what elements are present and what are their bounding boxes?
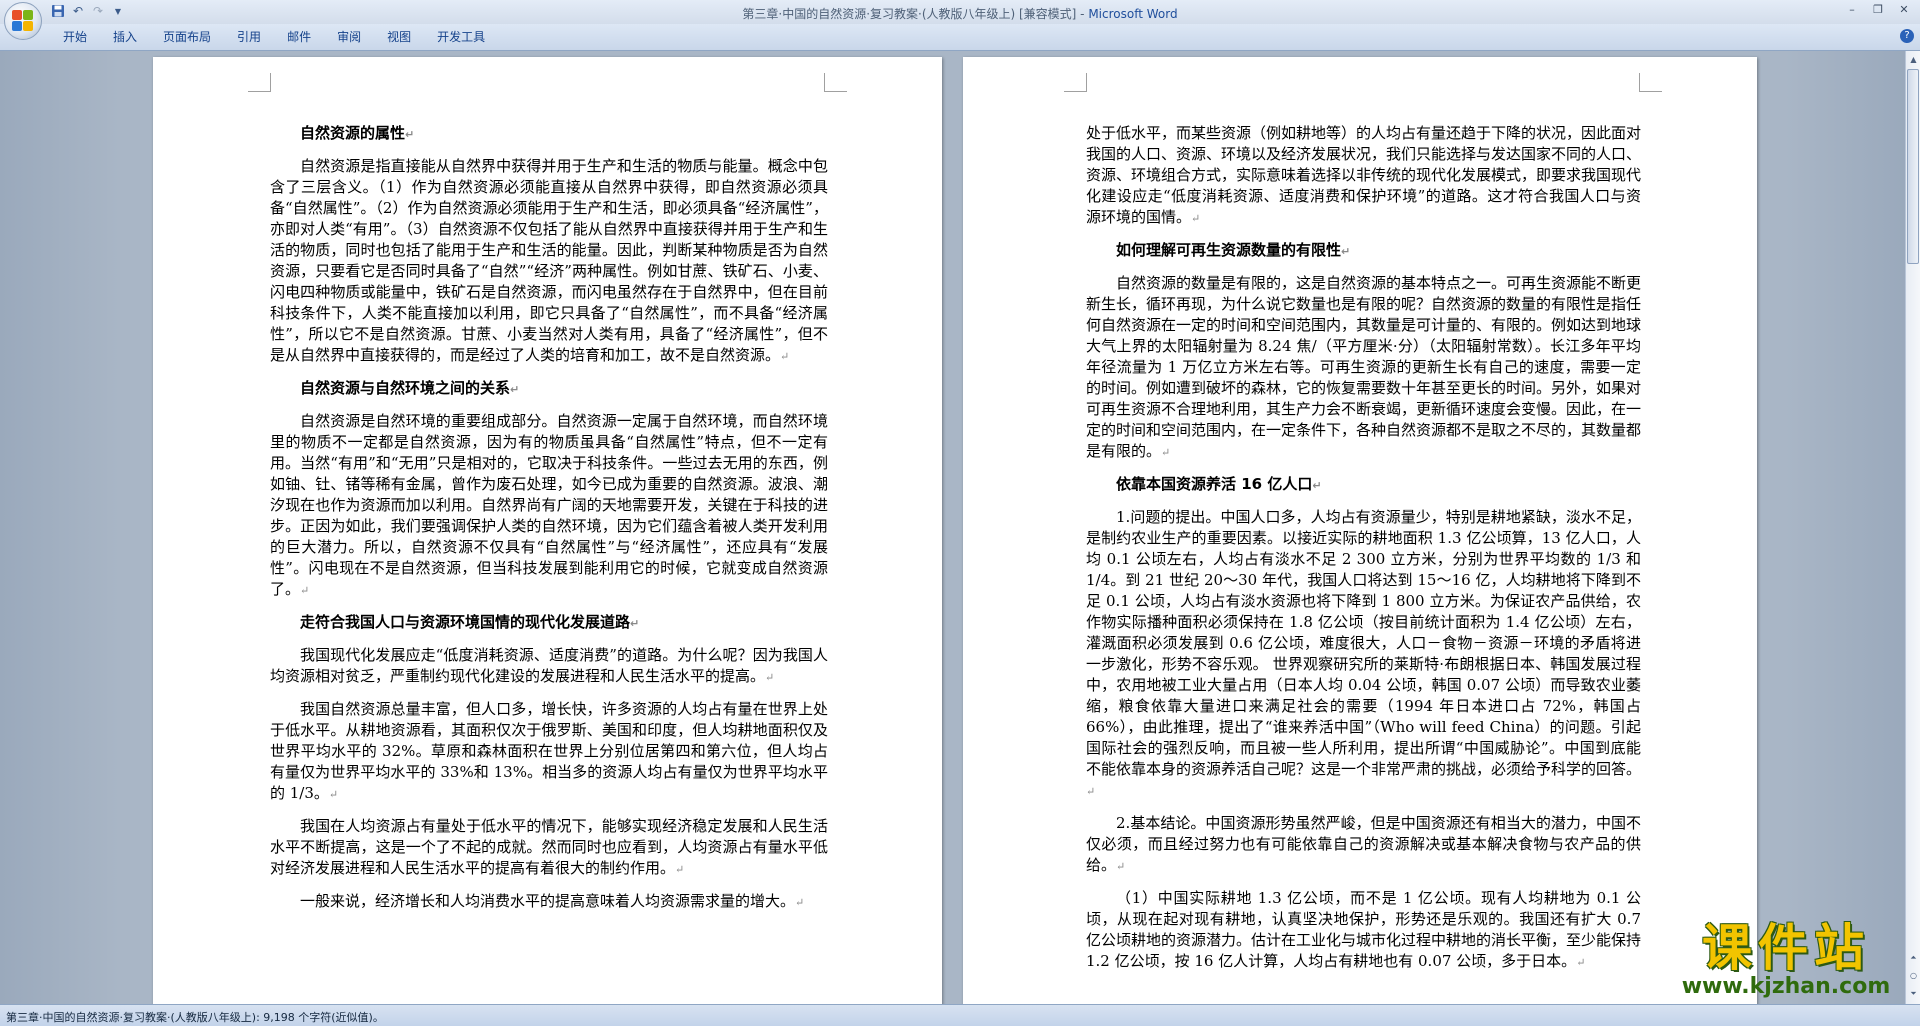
paragraph-text: 自然资源是指直接能从自然界中获得并用于生产和生活的物质与能量。概念中包含了三层含… — [270, 157, 828, 364]
paragraph-mark-icon: ↵ — [1576, 956, 1586, 969]
office-button[interactable] — [4, 2, 42, 40]
ribbon-tabs: 开始 插入 页面布局 引用 邮件 审阅 视图 开发工具 — [50, 29, 498, 45]
paragraph-mark-icon: ↵ — [510, 383, 520, 396]
paragraph: 我国在人均资源占有量处于低水平的情况下，能够实现经济稳定发展和人民生活水平不断提… — [270, 816, 828, 880]
ribbon-tab-bar: 开始 插入 页面布局 引用 邮件 审阅 视图 开发工具 ? — [0, 24, 1920, 51]
section-heading: 如何理解可再生资源数量的有限性↵ — [1086, 240, 1641, 262]
paragraph: 自然资源的数量是有限的，这是自然资源的基本特点之一。可再生资源能不断更新生长，循… — [1086, 273, 1641, 463]
title-bar: ↶ ↷ ▼ 第三章·中国的自然资源·复习教案·(人教版八年级上) [兼容模式] … — [0, 0, 1920, 40]
restore-button[interactable]: ❐ — [1866, 0, 1890, 18]
paragraph-text: 1.问题的提出。中国人口多，人均占有资源量少，特别是耕地紧缺，淡水不足，是制约农… — [1086, 508, 1642, 778]
paragraph: 一般来说，经济增长和人均消费水平的提高意味着人均资源需求量的增大。↵ — [270, 891, 828, 913]
paragraph-mark-icon: ↵ — [780, 350, 790, 363]
crop-mark — [248, 73, 271, 92]
document-page-right[interactable]: 处于低水平，而某些资源（例如耕地等）的人均占有量还趋于下降的状况，因此面对我国的… — [963, 57, 1757, 1004]
tab-view[interactable]: 视图 — [374, 29, 424, 45]
tab-mailings[interactable]: 邮件 — [274, 29, 324, 45]
vertical-scrollbar[interactable]: ▲ ⏶ ○ ⏷ — [1905, 51, 1920, 1004]
paragraph-text: 如何理解可再生资源数量的有限性 — [1116, 241, 1342, 259]
next-page-icon[interactable]: ⏷ — [1907, 987, 1920, 1000]
paragraph-mark-icon: ↵ — [328, 788, 339, 801]
paragraph-text: 我国自然资源总量丰富，但人口多，增长快，许多资源的人均占有量在世界上处于低水平。… — [270, 700, 828, 802]
section-heading: 走符合我国人口与资源环境国情的现代化发展道路↵ — [270, 612, 828, 634]
paragraph-mark-icon: ↵ — [795, 896, 805, 909]
tab-review[interactable]: 审阅 — [324, 29, 374, 45]
status-word-count[interactable]: 第三章·中国的自然资源·复习教案·(人教版八年级上): 9,198 个字符(近似… — [6, 1009, 384, 1025]
paragraph-text: 自然资源与自然环境之间的关系 — [300, 379, 511, 397]
paragraph-mark-icon: ↵ — [300, 584, 310, 597]
paragraph-mark-icon: ↵ — [1116, 860, 1126, 873]
status-bar: 第三章·中国的自然资源·复习教案·(人教版八年级上): 9,198 个字符(近似… — [0, 1004, 1920, 1026]
page-body-left: 自然资源的属性↵ 自然资源是指直接能从自然界中获得并用于生产和生活的物质与能量。概… — [270, 123, 828, 924]
watermark-url: www.kjzhan.com — [1681, 974, 1891, 999]
scrollbar-thumb[interactable] — [1907, 69, 1919, 264]
office-logo-icon — [12, 10, 34, 32]
document-workspace: 自然资源的属性↵ 自然资源是指直接能从自然界中获得并用于生产和生活的物质与能量。概… — [0, 51, 1905, 1004]
paragraph-mark-icon: ↵ — [1191, 212, 1201, 225]
window-controls: – ❐ ✕ — [1840, 0, 1916, 18]
crop-mark — [1064, 73, 1087, 92]
paragraph: 我国自然资源总量丰富，但人口多，增长快，许多资源的人均占有量在世界上处于低水平。… — [270, 699, 828, 805]
close-button[interactable]: ✕ — [1892, 0, 1916, 18]
paragraph-text: 我国现代化发展应走“低度消耗资源、适度消费”的道路。为什么呢？因为我国人均资源相… — [270, 646, 828, 685]
tab-page-layout[interactable]: 页面布局 — [150, 29, 224, 45]
paragraph-text: 我国在人均资源占有量处于低水平的情况下，能够实现经济稳定发展和人民生活水平不断提… — [270, 817, 828, 877]
paragraph-text: 自然资源的属性 — [300, 124, 406, 142]
paragraph-mark-icon: ↵ — [405, 128, 415, 141]
tab-insert[interactable]: 插入 — [100, 29, 150, 45]
section-heading: 自然资源的属性↵ — [270, 123, 828, 145]
paragraph-text: 走符合我国人口与资源环境国情的现代化发展道路 — [300, 613, 631, 631]
paragraph-mark-icon: ↵ — [675, 863, 685, 876]
page-body-right: 处于低水平，而某些资源（例如耕地等）的人均占有量还趋于下降的状况，因此面对我国的… — [1086, 123, 1641, 984]
paragraph-text: 自然资源是自然环境的重要组成部分。自然资源一定属于自然环境，而自然环境里的物质不… — [270, 412, 828, 598]
paragraph: 1.问题的提出。中国人口多，人均占有资源量少，特别是耕地紧缺，淡水不足，是制约农… — [1086, 507, 1641, 802]
paragraph-text: 2.基本结论。中国资源形势虽然严峻，但是中国资源还有相当大的潜力，中国不仅必须，… — [1086, 814, 1641, 874]
section-heading: 依靠本国资源养活 16 亿人口↵ — [1086, 474, 1641, 496]
paragraph-mark-icon: ↵ — [630, 617, 640, 630]
paragraph: 2.基本结论。中国资源形势虽然严峻，但是中国资源还有相当大的潜力，中国不仅必须，… — [1086, 813, 1641, 877]
browse-object-icon[interactable]: ○ — [1907, 969, 1920, 982]
paragraph-text: 依靠本国资源养活 16 亿人口 — [1116, 475, 1313, 493]
window-title: 第三章·中国的自然资源·复习教案·(人教版八年级上) [兼容模式] - Micr… — [742, 7, 1178, 21]
paragraph-mark-icon: ↵ — [1086, 785, 1096, 798]
paragraph-mark-icon: ↵ — [1161, 446, 1171, 459]
paragraph: 处于低水平，而某些资源（例如耕地等）的人均占有量还趋于下降的状况，因此面对我国的… — [1086, 123, 1641, 229]
paragraph-text: 处于低水平，而某些资源（例如耕地等）的人均占有量还趋于下降的状况，因此面对我国的… — [1086, 124, 1642, 226]
minimize-button[interactable]: – — [1840, 0, 1864, 18]
section-heading: 自然资源与自然环境之间的关系↵ — [270, 378, 828, 400]
paragraph-mark-icon: ↵ — [1341, 245, 1351, 258]
paragraph-text: 自然资源的数量是有限的，这是自然资源的基本特点之一。可再生资源能不断更新生长，循… — [1086, 274, 1642, 460]
paragraph: （1）中国实际耕地 1.3 亿公顷，而不是 1 亿公顷。现有人均耕地为 0.1 … — [1086, 888, 1641, 973]
app-name: Microsoft Word — [1088, 7, 1178, 21]
watermark-logo: 课件站 www.kjzhan.com — [1668, 920, 1904, 1002]
paragraph-mark-icon: ↵ — [1312, 479, 1322, 492]
paragraph: 自然资源是自然环境的重要组成部分。自然资源一定属于自然环境，而自然环境里的物质不… — [270, 411, 828, 601]
watermark-text: 课件站 — [1702, 919, 1870, 977]
prev-page-icon[interactable]: ⏶ — [1907, 951, 1920, 964]
tab-developer[interactable]: 开发工具 — [424, 29, 498, 45]
document-page-left[interactable]: 自然资源的属性↵ 自然资源是指直接能从自然界中获得并用于生产和生活的物质与能量。概… — [153, 57, 942, 1004]
paragraph: 自然资源是指直接能从自然界中获得并用于生产和生活的物质与能量。概念中包含了三层含… — [270, 156, 828, 367]
paragraph-text: 一般来说，经济增长和人均消费水平的提高意味着人均资源需求量的增大。 — [300, 892, 796, 910]
paragraph-text: （1）中国实际耕地 1.3 亿公顷，而不是 1 亿公顷。现有人均耕地为 0.1 … — [1086, 889, 1642, 970]
tab-references[interactable]: 引用 — [224, 29, 274, 45]
tab-home[interactable]: 开始 — [50, 29, 100, 45]
paragraph-mark-icon: ↵ — [765, 671, 775, 684]
scroll-up-icon[interactable]: ▲ — [1907, 53, 1920, 66]
paragraph: 我国现代化发展应走“低度消耗资源、适度消费”的道路。为什么呢？因为我国人均资源相… — [270, 645, 828, 688]
help-icon[interactable]: ? — [1900, 29, 1914, 43]
crop-mark — [824, 73, 847, 92]
crop-mark — [1639, 73, 1662, 92]
